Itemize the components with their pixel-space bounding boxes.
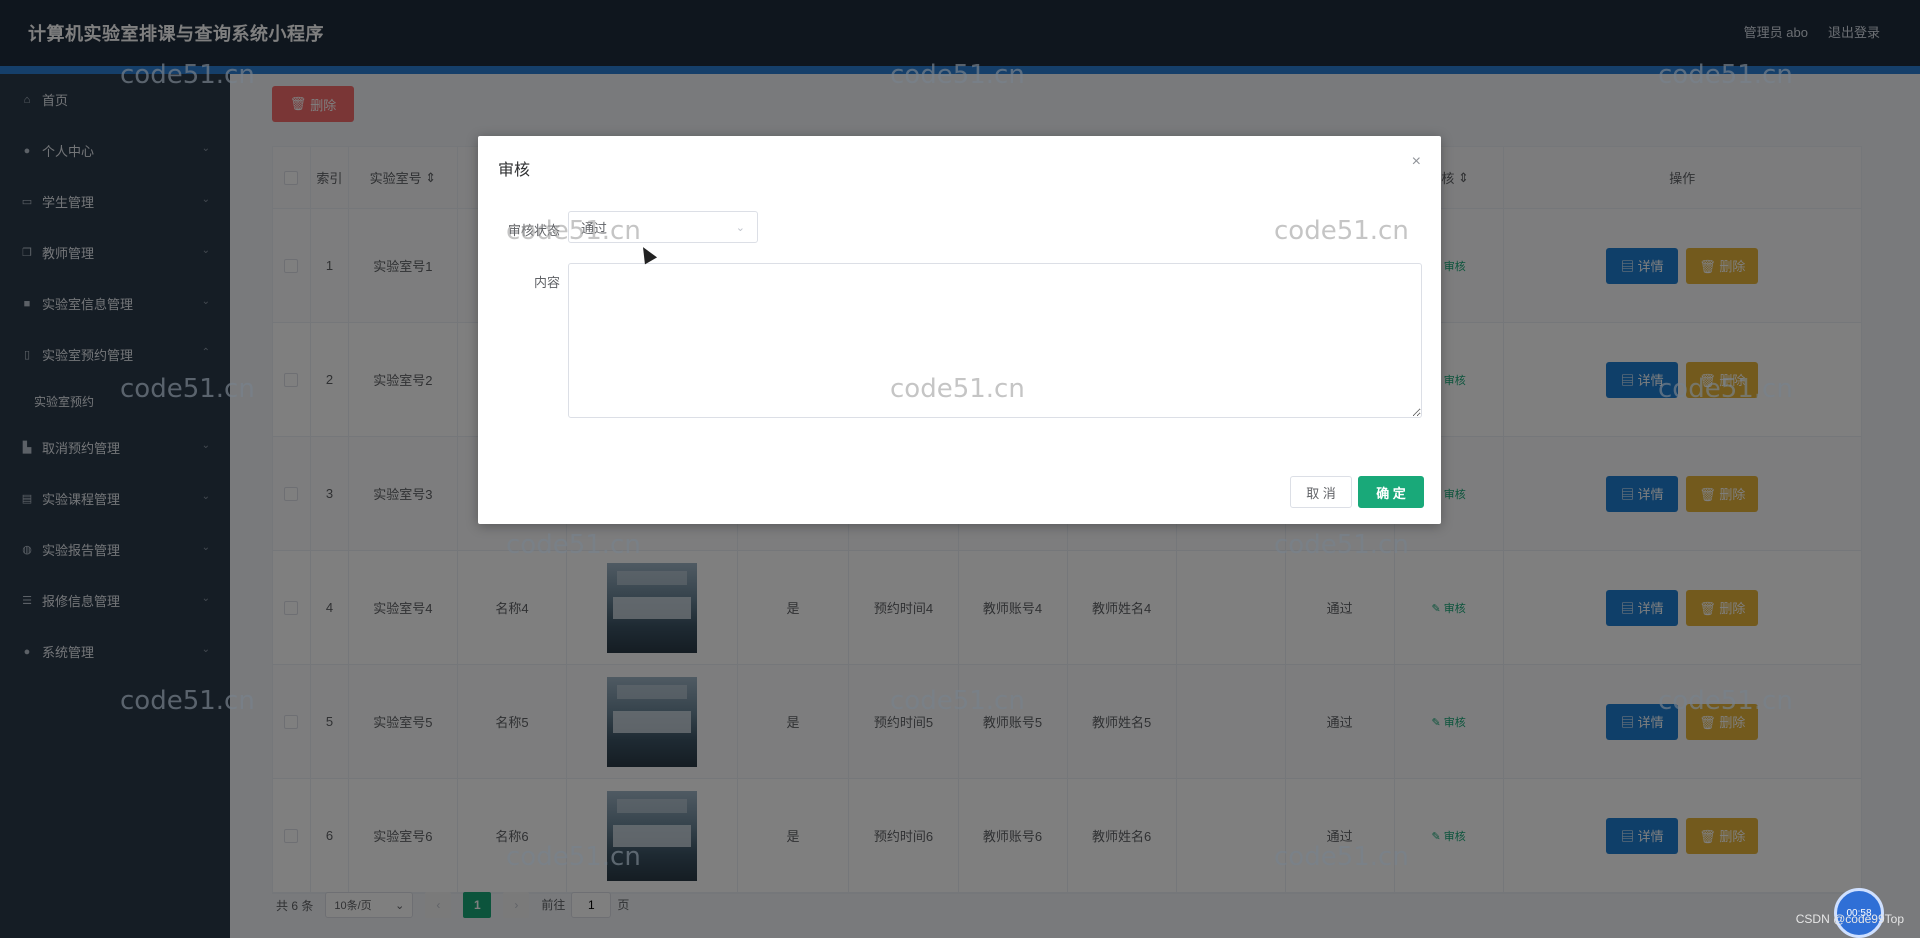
status-field-label: 审核状态 <box>507 223 560 238</box>
content-textarea[interactable] <box>568 263 1422 418</box>
dialog-title: 审核 <box>498 162 531 179</box>
close-icon[interactable]: × <box>1412 153 1421 171</box>
status-select[interactable]: 通过 ⌄ <box>568 211 758 243</box>
chevron-down-icon: ⌄ <box>735 221 745 234</box>
csdn-credit: CSDN @code99Top <box>1795 912 1904 926</box>
confirm-button[interactable]: 确 定 <box>1358 476 1424 508</box>
status-select-value: 通过 <box>581 220 608 236</box>
audit-dialog: 审核 × 审核状态 通过 ⌄ 内容 取 消 确 定 <box>478 136 1441 524</box>
content-field-label: 内容 <box>533 275 560 290</box>
cancel-button[interactable]: 取 消 <box>1290 476 1352 508</box>
